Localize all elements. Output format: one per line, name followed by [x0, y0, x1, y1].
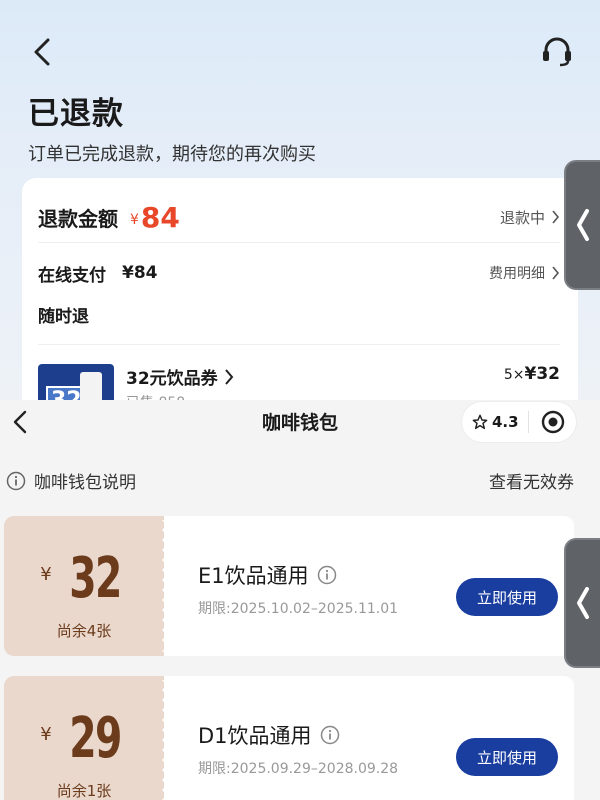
side-tab-chevron-icon	[577, 209, 589, 241]
coupon-value: 32	[68, 546, 122, 611]
product-quantity: 5×	[503, 367, 525, 383]
coupon-remaining: 尚余4张	[56, 622, 112, 640]
fee-detail-link[interactable]: 费用明细	[489, 263, 560, 283]
side-tab-chevron-icon	[577, 587, 589, 619]
payment-label: 在线支付	[38, 265, 106, 286]
coupon-title: D1饮品通用	[198, 720, 340, 750]
info-icon[interactable]	[317, 565, 337, 585]
payment-amount: ¥84	[122, 263, 158, 283]
wallet-screen: 咖啡钱包 4.3 咖啡钱包说明 查看无效券 ¥32 尚余4张 E1饮品通用 期限…	[0, 400, 600, 800]
wallet-header: 咖啡钱包 4.3	[0, 400, 600, 444]
coupon-value-panel: ¥32 尚余4张	[4, 516, 164, 656]
coupon-info-panel: E1饮品通用 期限:2025.10.02–2025.11.01 立即使用	[164, 516, 574, 656]
headset-icon[interactable]	[540, 34, 574, 68]
refund-amount-label: 退款金额	[38, 206, 118, 231]
refund-amount-row: 退款金额 ¥ 84 退款中	[38, 192, 560, 242]
info-icon	[6, 471, 26, 490]
divider	[38, 344, 560, 345]
back-arrow-icon[interactable]	[28, 34, 56, 70]
wallet-explain-link[interactable]: 咖啡钱包说明	[6, 468, 136, 493]
coupon-card: ¥29 尚余1张 D1饮品通用 期限:2025.09.29–2028.09.28…	[4, 676, 574, 800]
product-thumbnail[interactable]: 32	[38, 364, 114, 400]
page-subtitle: 订单已完成退款，期待您的再次购买	[28, 144, 316, 165]
side-panel-tab[interactable]	[564, 160, 600, 290]
use-now-button[interactable]: 立即使用	[456, 578, 558, 616]
chevron-right-icon	[552, 266, 560, 280]
side-panel-tab[interactable]	[564, 538, 600, 668]
fee-detail-label: 费用明细	[489, 266, 545, 282]
view-invalid-coupons-link[interactable]: 查看无效券	[489, 468, 574, 493]
coupon-currency: ¥	[40, 564, 52, 585]
target-icon	[541, 410, 564, 434]
refund-card: 退款金额 ¥ 84 退款中 在线支付 ¥84 费用明细 随时退 32 32元饮品…	[22, 178, 578, 400]
refund-status-link[interactable]: 退款中	[500, 207, 560, 228]
coupon-value: 29	[68, 706, 122, 771]
chevron-right-icon	[552, 210, 560, 224]
product-quantity-price: 5×¥32	[504, 364, 560, 384]
coupon-card: ¥32 尚余4张 E1饮品通用 期限:2025.10.02–2025.11.01…	[4, 516, 574, 656]
currency-symbol: ¥	[130, 212, 139, 228]
refund-screen: 已退款 订单已完成退款，期待您的再次购买 退款金额 ¥ 84 退款中 在线支付 …	[0, 0, 600, 400]
payment-row: 在线支付 ¥84 费用明细	[38, 258, 560, 288]
cup-image	[80, 372, 102, 400]
use-now-button[interactable]: 立即使用	[456, 738, 558, 776]
coupon-amount: ¥32	[4, 546, 164, 611]
wallet-explain-label: 咖啡钱包说明	[34, 473, 136, 493]
product-name: 32元饮品券	[126, 369, 218, 389]
rating-button[interactable]: 4.3	[462, 413, 528, 431]
star-icon	[472, 414, 488, 430]
product-sales: 已售 858	[126, 392, 185, 400]
refund-status: 退款中	[499, 208, 545, 227]
product-price: ¥32	[524, 364, 561, 384]
divider	[38, 242, 560, 243]
info-icon[interactable]	[320, 725, 340, 745]
coupon-title: E1饮品通用	[198, 560, 337, 590]
refund-amount: 84	[140, 200, 180, 234]
coupon-amount: ¥29	[4, 706, 164, 771]
page-title: 已退款	[28, 96, 124, 132]
product-name-link[interactable]: 32元饮品券	[126, 364, 234, 389]
coupon-remaining: 尚余1张	[56, 782, 112, 800]
coupon-validity: 期限:2025.10.02–2025.11.01	[198, 601, 399, 617]
mini-program-capsule: 4.3	[462, 402, 576, 442]
close-mini-program-button[interactable]	[529, 410, 576, 434]
coupon-name: D1饮品通用	[198, 724, 312, 748]
rating-value: 4.3	[492, 413, 519, 431]
coupon-currency: ¥	[40, 724, 52, 745]
coupon-info-panel: D1饮品通用 期限:2025.09.29–2028.09.28 立即使用	[164, 676, 574, 800]
coupon-validity: 期限:2025.09.29–2028.09.28	[198, 761, 399, 777]
coupon-name: E1饮品通用	[198, 564, 309, 588]
anytime-refund-label: 随时退	[38, 307, 89, 327]
coupon-value-panel: ¥29 尚余1张	[4, 676, 164, 800]
chevron-right-icon	[224, 368, 233, 385]
